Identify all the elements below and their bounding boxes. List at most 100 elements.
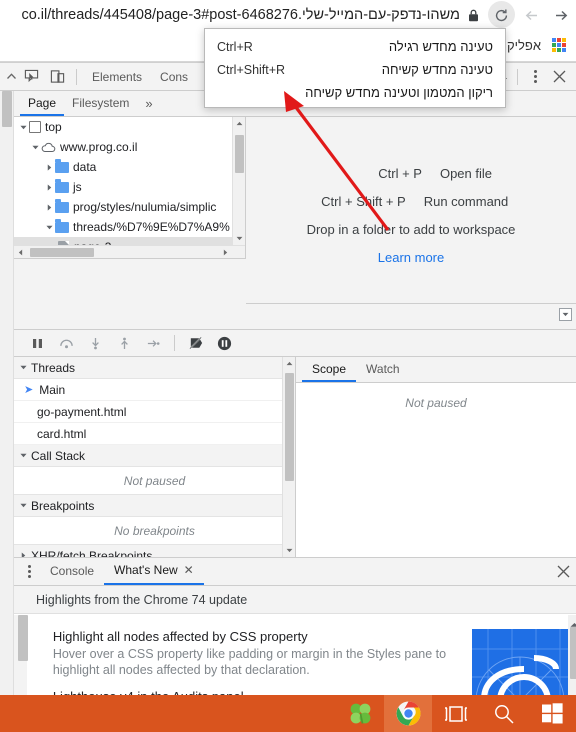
item-title: Highlight all nodes affected by CSS prop…	[52, 629, 308, 644]
sources-editor-placeholder: Ctrl + P Open file Ctrl + Shift + P Run …	[246, 117, 576, 313]
menu-item-label: ריקון המטמון וטעינה מחדש קשיחה	[305, 85, 493, 100]
navigator-horizontal-scrollbar[interactable]	[14, 245, 245, 258]
drawer-close-button[interactable]	[550, 559, 576, 585]
folder-icon	[55, 198, 69, 213]
devtools-left-scrollbar[interactable]	[0, 63, 14, 696]
section-header-xhr-breakpoints[interactable]: XHR/fetch Breakpoints	[14, 545, 295, 557]
deactivate-breakpoints-button[interactable]	[182, 330, 209, 356]
thread-row-go-payment[interactable]: go-payment.html	[14, 401, 295, 423]
tree-label: prog/styles/nulumia/simplic	[73, 200, 217, 214]
tree-row-data[interactable]: data	[14, 157, 245, 177]
scroll-down-arrow[interactable]	[233, 232, 245, 245]
subtab-more-button[interactable]: »	[137, 96, 160, 111]
site-security-lock[interactable]	[460, 0, 486, 30]
section-header-threads[interactable]: Threads	[14, 357, 295, 379]
tree-row-top[interactable]: top	[14, 117, 245, 137]
toolbar-divider	[76, 68, 77, 85]
twisty-collapsed-icon[interactable]	[44, 163, 55, 171]
windows-taskbar	[0, 695, 576, 732]
navigator-vertical-scrollbar[interactable]	[232, 117, 245, 258]
toolbar-divider	[174, 335, 175, 351]
back-button[interactable]	[516, 0, 546, 30]
tab-watch[interactable]: Watch	[356, 357, 410, 382]
tree-row-styles[interactable]: prog/styles/nulumia/simplic	[14, 197, 245, 217]
hint-shortcut: Ctrl + Shift + P	[321, 193, 406, 209]
scrollbar-thumb[interactable]	[2, 91, 12, 127]
drawer-menu-button[interactable]	[18, 559, 40, 585]
tree-row-js[interactable]: js	[14, 177, 245, 197]
taskbar-empty-area	[0, 695, 336, 732]
whats-new-item[interactable]: Highlight all nodes affected by CSS prop…	[53, 629, 463, 678]
menu-item-hard-reload[interactable]: טעינה מחדש קשיחה Ctrl+Shift+R	[205, 58, 505, 81]
tab-elements[interactable]: Elements	[83, 64, 151, 90]
tree-row-threads[interactable]: threads/%D7%9E%D7%A9%	[14, 217, 245, 237]
pause-script-button[interactable]	[24, 330, 51, 356]
section-header-call-stack[interactable]: Call Stack	[14, 445, 295, 467]
thread-row-main[interactable]: ➤ Main	[14, 379, 295, 401]
twisty-expanded-icon[interactable]	[44, 224, 55, 231]
reload-button[interactable]	[486, 0, 516, 30]
learn-more-link[interactable]: Learn more	[378, 250, 444, 265]
address-bar[interactable]: משהו-נדפק-עם-המייל-שלי.co.il/threads/445…	[0, 0, 460, 30]
twisty-expanded-icon[interactable]	[18, 124, 29, 131]
twisty-collapsed-icon[interactable]	[44, 183, 55, 191]
menu-item-empty-cache-hard-reload[interactable]: ריקון המטמון וטעינה מחדש קשיחה	[205, 81, 505, 104]
drawer-tab-label: Console	[50, 564, 95, 578]
taskbar-button-chrome[interactable]	[384, 695, 432, 732]
step-out-button[interactable]	[111, 330, 138, 356]
drawer-right-controls	[550, 559, 576, 585]
drawer-tab-label: What's New	[114, 563, 178, 577]
toolbar-divider	[517, 68, 518, 85]
toolbar-scroll-up[interactable]	[4, 63, 18, 91]
taskbar-button-task-view[interactable]	[432, 695, 480, 732]
taskbar-button-start[interactable]	[528, 695, 576, 732]
tab-scope[interactable]: Scope	[302, 357, 357, 382]
thread-row-card[interactable]: card.html	[14, 423, 295, 445]
sources-navigator: top www.prog.co.il data js prog/styles/n…	[14, 117, 246, 259]
twisty-collapsed-icon[interactable]	[44, 203, 55, 211]
step-over-button[interactable]	[53, 330, 80, 356]
pause-on-exceptions-button[interactable]	[211, 330, 238, 356]
taskbar-button-clover[interactable]	[336, 695, 384, 732]
scrollbar-thumb[interactable]	[18, 615, 28, 661]
scrollbar-thumb[interactable]	[570, 627, 576, 679]
step-button[interactable]	[140, 330, 167, 356]
chrome-icon	[396, 701, 421, 726]
scroll-down-arrow[interactable]	[283, 544, 295, 557]
scroll-up-arrow[interactable]	[283, 357, 295, 370]
format-source-button[interactable]	[559, 308, 572, 321]
devtools-close-button[interactable]	[546, 64, 572, 90]
scrollbar-thumb[interactable]	[30, 248, 94, 257]
scrollbar-thumb[interactable]	[235, 135, 244, 173]
thread-label: card.html	[37, 426, 87, 441]
close-icon[interactable]: ✕	[184, 557, 194, 584]
bookmark-item-apps[interactable]: אפליק	[502, 33, 546, 59]
cloud-icon	[41, 142, 56, 153]
step-into-button[interactable]	[82, 330, 109, 356]
hint-row-open-file: Ctrl + P Open file	[330, 166, 492, 181]
subtab-page[interactable]: Page	[20, 91, 65, 116]
menu-item-normal-reload[interactable]: טעינה מחדש רגילה Ctrl+R	[205, 35, 505, 58]
tree-row-origin[interactable]: www.prog.co.il	[14, 137, 245, 157]
apps-grid-icon[interactable]	[552, 37, 568, 54]
step-into-icon	[92, 337, 99, 349]
debugger-vertical-scrollbar[interactable]	[282, 357, 295, 557]
devtools-toolbar-right: 4	[496, 64, 572, 90]
forward-button[interactable]	[546, 0, 576, 30]
scroll-up-arrow[interactable]	[233, 117, 245, 130]
scrollbar-thumb[interactable]	[285, 373, 294, 481]
drawer-tab-console[interactable]: Console	[40, 558, 104, 585]
scroll-left-arrow[interactable]	[14, 246, 27, 258]
tab-console[interactable]: Cons	[151, 64, 197, 90]
device-toolbar-button[interactable]	[44, 64, 70, 90]
scope-empty-message: Not paused	[405, 396, 467, 410]
scroll-right-arrow[interactable]	[219, 246, 232, 258]
devtools-menu-button[interactable]	[524, 64, 546, 90]
chevron-up-icon	[6, 73, 16, 79]
subtab-filesystem[interactable]: Filesystem	[64, 91, 137, 116]
section-header-breakpoints[interactable]: Breakpoints	[14, 495, 295, 517]
inspect-element-button[interactable]	[18, 64, 44, 90]
taskbar-button-search[interactable]	[480, 695, 528, 732]
drawer-tab-whats-new[interactable]: What's New ✕	[104, 558, 204, 585]
twisty-expanded-icon[interactable]	[30, 144, 41, 151]
